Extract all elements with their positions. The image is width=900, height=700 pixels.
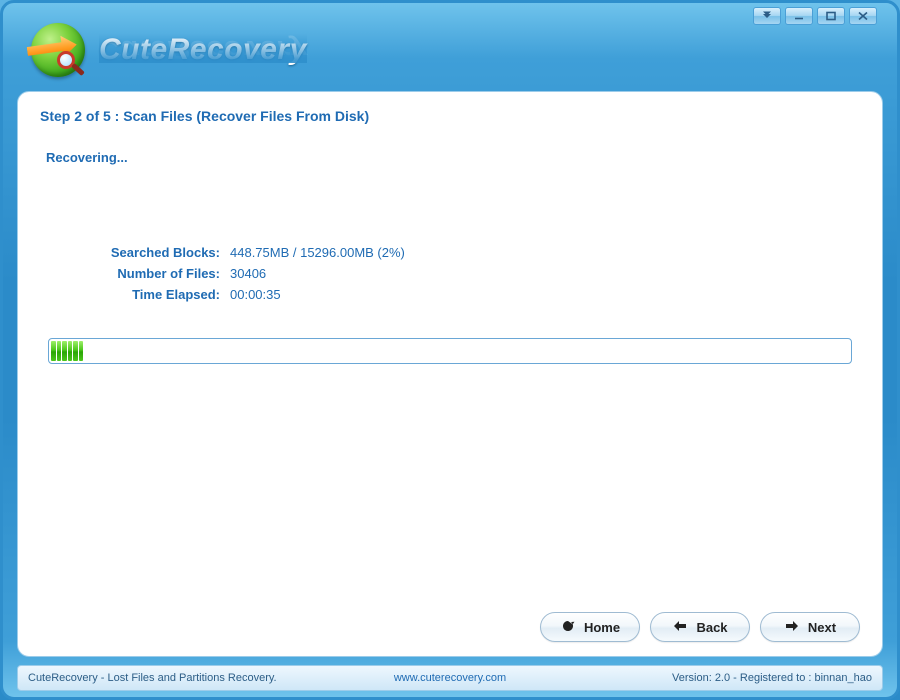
scan-stats: Searched Blocks: 448.75MB / 15296.00MB (… xyxy=(56,245,860,308)
next-button[interactable]: Next xyxy=(760,612,860,642)
stat-label: Number of Files: xyxy=(56,266,230,281)
footer-tagline: CuteRecovery - Lost Files and Partitions… xyxy=(28,672,309,684)
footer-link[interactable]: www.cuterecovery.com xyxy=(309,672,590,684)
stat-value: 00:00:35 xyxy=(230,287,281,302)
step-status: Recovering... xyxy=(46,150,860,165)
close-button[interactable] xyxy=(849,7,877,25)
progress-fill xyxy=(51,341,83,361)
stat-label: Time Elapsed: xyxy=(56,287,230,302)
app-window: CuteRecovery CuteRecovery Step 2 of 5 : … xyxy=(0,0,900,700)
wizard-buttons: Home Back Next xyxy=(540,612,860,642)
window-controls xyxy=(753,7,877,25)
header-bar: CuteRecovery CuteRecovery xyxy=(3,3,897,91)
step-heading: Step 2 of 5 : Scan Files (Recover Files … xyxy=(40,108,860,124)
stat-label: Searched Blocks: xyxy=(56,245,230,260)
button-label: Back xyxy=(696,620,727,635)
stat-time-elapsed: Time Elapsed: 00:00:35 xyxy=(56,287,860,302)
app-title: CuteRecovery xyxy=(99,33,307,67)
arrow-right-icon xyxy=(784,619,800,636)
stat-number-of-files: Number of Files: 30406 xyxy=(56,266,860,281)
stat-searched-blocks: Searched Blocks: 448.75MB / 15296.00MB (… xyxy=(56,245,860,260)
stat-value: 448.75MB / 15296.00MB (2%) xyxy=(230,245,405,260)
logo-icon xyxy=(31,23,85,77)
maximize-button[interactable] xyxy=(817,7,845,25)
arrow-left-icon xyxy=(672,619,688,636)
stat-value: 30406 xyxy=(230,266,266,281)
main-panel: Step 2 of 5 : Scan Files (Recover Files … xyxy=(17,91,883,657)
dropdown-button[interactable] xyxy=(753,7,781,25)
button-label: Home xyxy=(584,620,620,635)
progress-bar xyxy=(48,338,852,364)
refresh-icon xyxy=(560,619,576,636)
home-button[interactable]: Home xyxy=(540,612,640,642)
button-label: Next xyxy=(808,620,836,635)
app-logo: CuteRecovery CuteRecovery xyxy=(31,23,307,77)
back-button[interactable]: Back xyxy=(650,612,750,642)
footer-version: Version: 2.0 - Registered to : binnan_ha… xyxy=(591,672,872,684)
minimize-button[interactable] xyxy=(785,7,813,25)
status-bar: CuteRecovery - Lost Files and Partitions… xyxy=(17,665,883,691)
